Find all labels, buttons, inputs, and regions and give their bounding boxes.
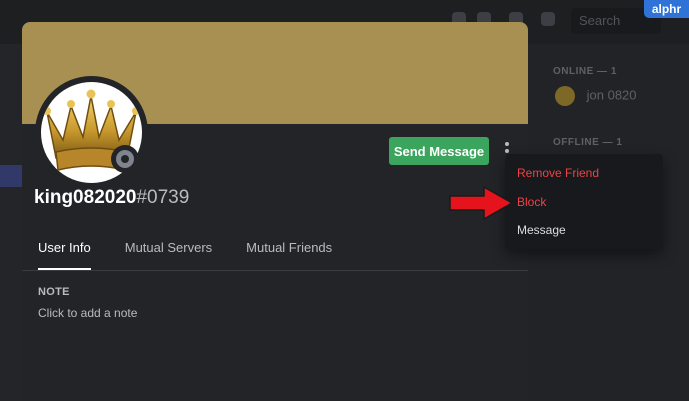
alphr-watermark: alphr <box>644 0 689 18</box>
background-left-button <box>0 165 22 187</box>
tabs-divider <box>22 270 528 271</box>
members-icon <box>541 12 555 26</box>
menu-item-message[interactable]: Message <box>517 223 566 237</box>
background-left-panel <box>0 44 22 401</box>
tab-user-info[interactable]: User Info <box>38 240 91 270</box>
member-name: jon 0820 <box>586 87 637 103</box>
member-avatar <box>555 86 575 106</box>
offline-section-header: OFFLINE — 1 <box>553 137 623 148</box>
online-section-header: ONLINE — 1 <box>553 66 617 77</box>
discriminator: #0739 <box>136 187 190 208</box>
red-arrow-icon <box>449 186 513 220</box>
tab-mutual-friends[interactable]: Mutual Friends <box>246 240 332 270</box>
menu-item-remove-friend[interactable]: Remove Friend <box>517 166 599 180</box>
tab-mutual-servers[interactable]: Mutual Servers <box>125 240 212 270</box>
profile-username: king082020#0739 <box>34 187 189 209</box>
send-message-button[interactable]: Send Message <box>389 137 489 165</box>
status-hole <box>121 155 129 163</box>
menu-item-block[interactable]: Block <box>517 195 546 209</box>
note-input[interactable]: Click to add a note <box>38 306 137 320</box>
online-member: jon 0820 <box>555 86 637 106</box>
username-text: king082020 <box>34 187 137 208</box>
user-context-menu: Remove Friend Block Message <box>505 154 663 249</box>
note-title: NOTE <box>38 286 70 298</box>
profile-tabs: User Info Mutual Servers Mutual Friends <box>38 240 366 270</box>
